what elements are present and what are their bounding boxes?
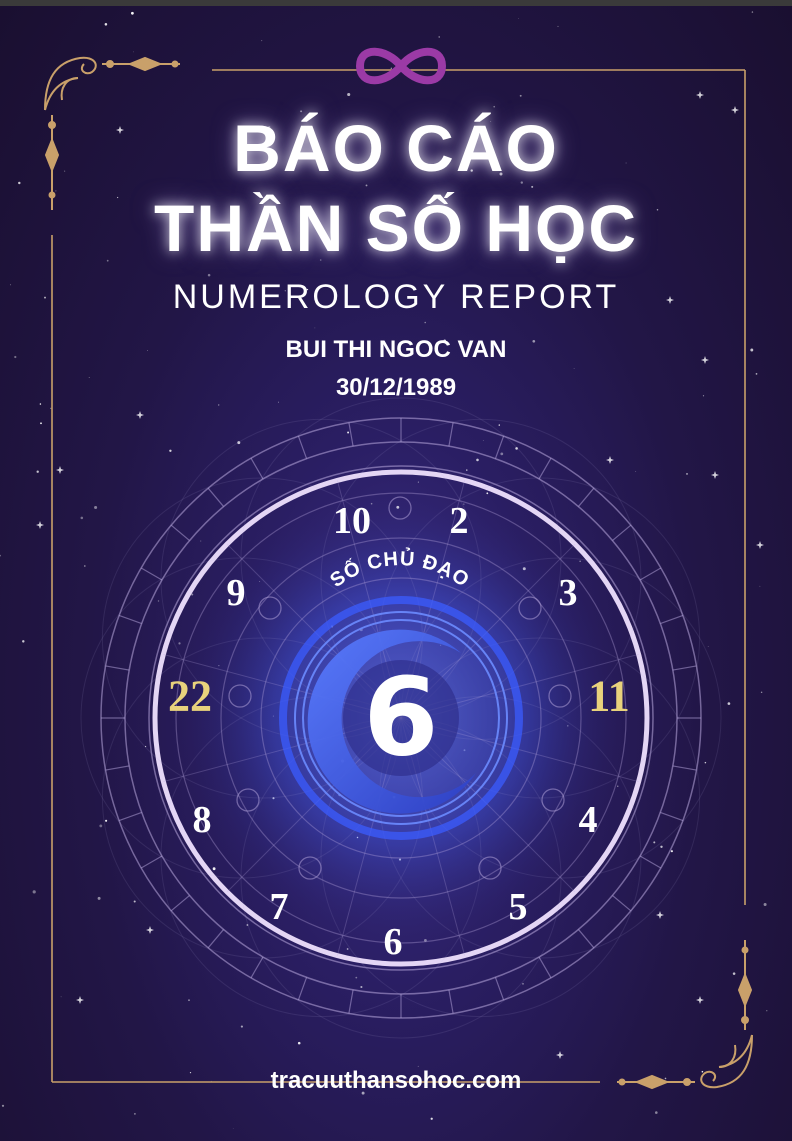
wheel-number: 3 (558, 572, 578, 614)
wheel-tick (118, 614, 142, 625)
report-subtitle: NUMEROLOGY REPORT (172, 278, 620, 316)
wheel-number: 6 (383, 921, 403, 963)
wheel-tick (494, 977, 505, 1001)
wheel-tick (207, 487, 225, 507)
wheel-tick (105, 765, 130, 771)
wheel-tick (140, 567, 163, 581)
wheel-tick (118, 811, 142, 822)
wheel-tick (538, 956, 552, 979)
wheel-tick (207, 929, 225, 949)
wheel-tick (170, 894, 190, 912)
wheel-tick (672, 765, 697, 771)
wheel-number: 10 (333, 500, 371, 542)
wheel-tick (639, 855, 662, 869)
wheel-tick (250, 457, 264, 480)
wheel-tick (660, 614, 684, 625)
master-number: 11 (588, 671, 630, 721)
life-path-number: 6 (363, 655, 439, 781)
wheel-number: 5 (508, 886, 528, 928)
report-cover: SỐ CHỦ ĐẠO BÁO CÁO THẦN SỐ HỌC NUMEROLOG… (0, 0, 792, 1141)
person-name: BUI THI NGOC VAN (285, 336, 507, 363)
wheel-tick (612, 894, 632, 912)
report-title-line2: THẦN SỐ HỌC (154, 191, 638, 265)
wheel-tick (297, 435, 308, 459)
wheel-number: 9 (226, 572, 246, 614)
wheel-number: 7 (269, 886, 289, 928)
wheel-tick (140, 855, 163, 869)
wheel-tick (612, 524, 632, 542)
website-url: tracuuthansohoc.com (270, 1067, 522, 1094)
wheel-tick (672, 665, 697, 671)
wheel-tick (448, 422, 454, 447)
wheel-tick (639, 567, 662, 581)
birth-date: 30/12/1989 (335, 374, 457, 401)
wheel-number: 4 (578, 799, 598, 841)
wheel-number: 2 (449, 500, 469, 542)
master-number: 22 (168, 671, 212, 721)
wheel-tick (448, 989, 454, 1014)
wheel-tick (577, 487, 595, 507)
wheel-tick (538, 457, 552, 480)
wheel-tick (348, 422, 354, 447)
wheel-tick (348, 989, 354, 1014)
report-title-line1: BÁO CÁO (233, 111, 559, 185)
wheel-tick (577, 929, 595, 949)
wheel-tick (660, 811, 684, 822)
wheel-tick (297, 977, 308, 1001)
wheel-tick (250, 956, 264, 979)
wheel-number: 8 (192, 799, 212, 841)
wheel-tick (105, 665, 130, 671)
wheel-tick (494, 435, 505, 459)
wheel-tick (170, 524, 190, 542)
